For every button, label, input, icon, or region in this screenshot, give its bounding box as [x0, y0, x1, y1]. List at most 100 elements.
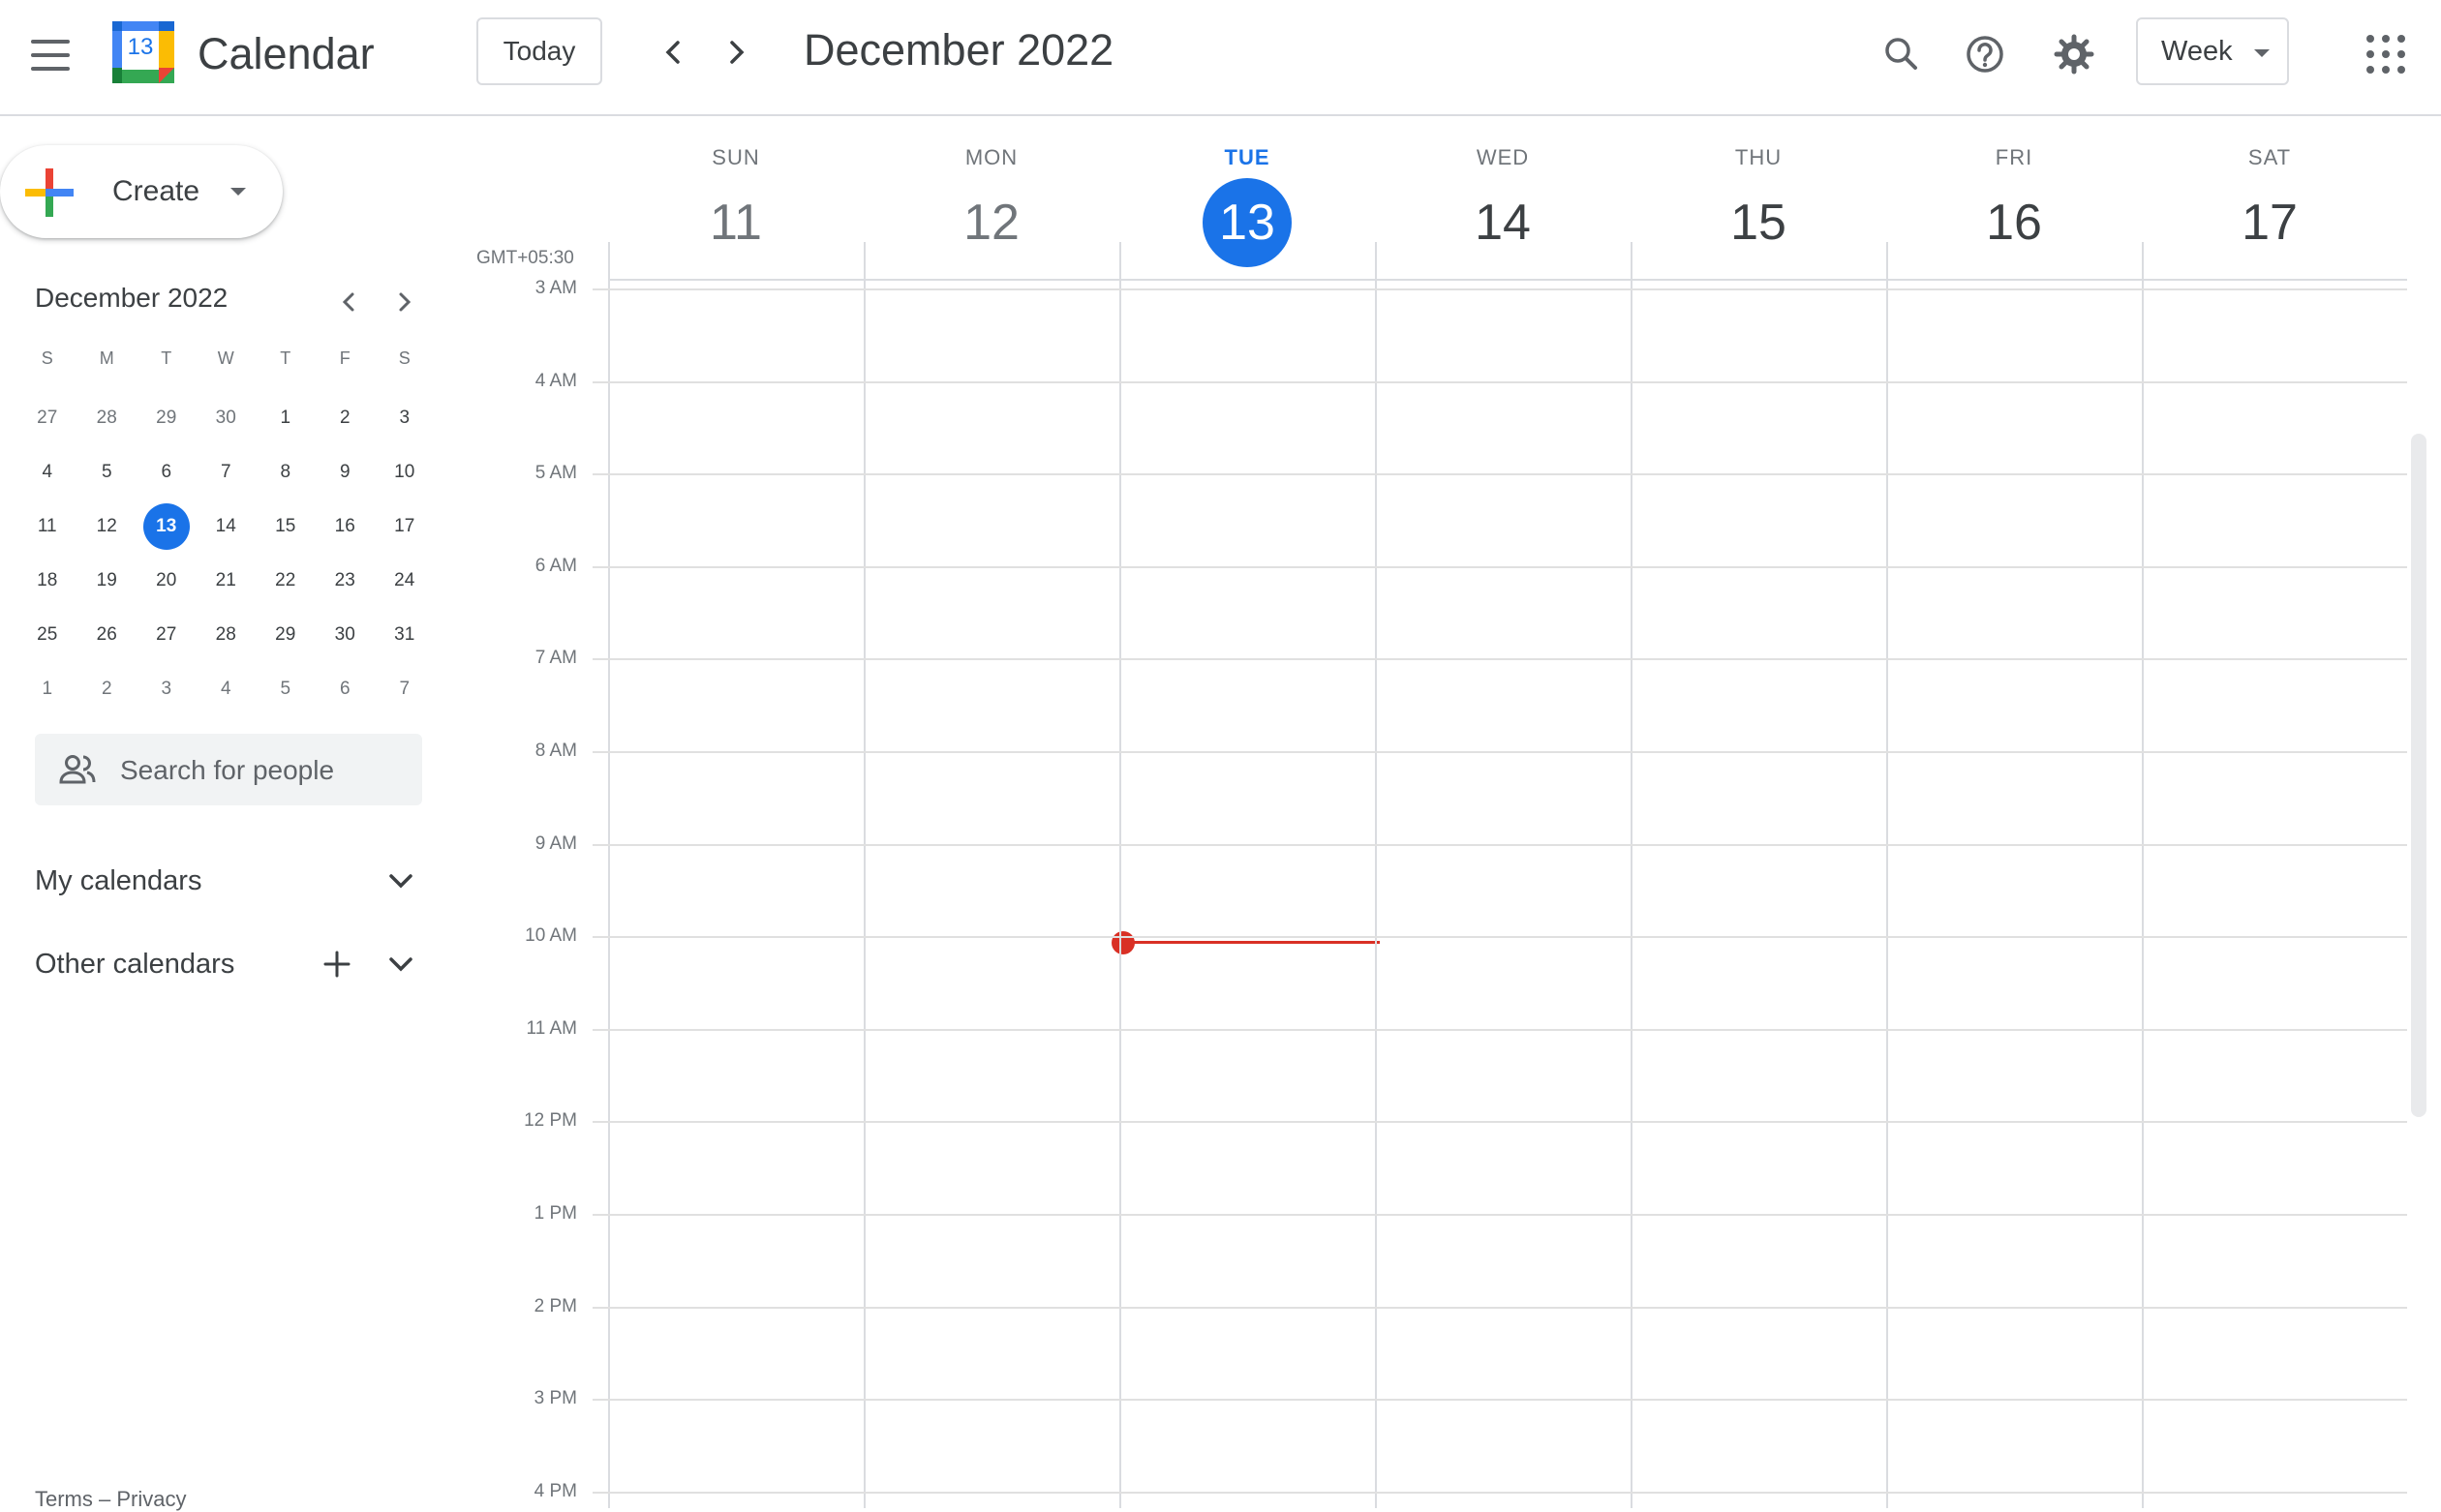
mini-calendar-day[interactable]: 3 [137, 662, 197, 716]
mini-calendar-day[interactable]: 19 [77, 554, 137, 608]
mini-calendar-day[interactable]: 10 [375, 445, 435, 499]
mini-calendar-day-number: 26 [96, 624, 117, 645]
chevron-left-icon [665, 41, 680, 64]
apps-grid-dot [2382, 66, 2390, 74]
mini-calendar-day[interactable]: 5 [256, 662, 316, 716]
mini-calendar-day[interactable]: 29 [137, 391, 197, 445]
footer-terms-privacy[interactable]: Terms – Privacy [35, 1487, 186, 1512]
mini-calendar-day[interactable]: 4 [17, 445, 77, 499]
day-column-header[interactable]: THU 15 [1631, 145, 1886, 267]
mini-calendar-day[interactable]: 9 [316, 445, 376, 499]
apps-grid-dot [2397, 66, 2405, 74]
hour-label: 2 PM [534, 1295, 577, 1316]
other-calendars-toggle[interactable] [381, 945, 420, 983]
hour-gridline [593, 1306, 2407, 1309]
week-view-scrollbar[interactable] [2411, 434, 2426, 1117]
day-column-header[interactable]: TUE 13 [1119, 145, 1375, 267]
mini-calendar-day[interactable]: 6 [316, 662, 376, 716]
day-column-header[interactable]: MON 12 [864, 145, 1119, 267]
mini-calendar-day[interactable]: 7 [197, 445, 257, 499]
day-column-header[interactable]: SUN 11 [608, 145, 864, 267]
mini-calendar-day[interactable]: 2 [316, 391, 376, 445]
mini-calendar-day-number: 16 [334, 516, 355, 536]
mini-calendar-next-button[interactable] [385, 283, 424, 321]
day-column-header[interactable]: FRI 16 [1886, 145, 2142, 267]
mini-calendar-week-row: 11 12 13 14 15 16 17 [17, 499, 455, 554]
create-button[interactable]: Create [0, 145, 283, 238]
mini-calendar-day[interactable]: 30 [197, 391, 257, 445]
mini-calendar-day[interactable]: 28 [77, 391, 137, 445]
mini-calendar-day[interactable]: 20 [137, 554, 197, 608]
app-title[interactable]: Calendar [198, 27, 375, 81]
settings-button[interactable] [2047, 27, 2101, 81]
today-button[interactable]: Today [476, 17, 602, 85]
day-column-header[interactable]: WED 14 [1375, 145, 1631, 267]
mini-calendar-day[interactable]: 27 [137, 608, 197, 662]
mini-calendar-day[interactable]: 12 [77, 499, 137, 554]
day-number[interactable]: 14 [1458, 178, 1547, 267]
day-number[interactable]: 11 [691, 178, 780, 267]
view-switcher-dropdown[interactable]: Week [2136, 17, 2289, 85]
day-number[interactable]: 17 [2225, 178, 2314, 267]
day-of-week-label: WED [1476, 145, 1530, 169]
calendar-logo[interactable]: 13 [112, 21, 174, 83]
mini-calendar-day[interactable]: 29 [256, 608, 316, 662]
mini-calendar-day-number: 22 [275, 570, 296, 590]
mini-calendar-day[interactable]: 5 [77, 445, 137, 499]
hour-label: 8 AM [534, 741, 577, 761]
search-icon [1885, 38, 1917, 70]
hamburger-menu-icon [31, 40, 70, 44]
mini-calendar-week-row: 27 28 29 30 1 2 3 [17, 391, 455, 445]
mini-calendar-day[interactable]: 11 [17, 499, 77, 554]
mini-calendar-day[interactable]: 16 [316, 499, 376, 554]
mini-calendar-prev-button[interactable] [329, 283, 368, 321]
mini-calendar-day[interactable]: 2 [77, 662, 137, 716]
mini-calendar-day[interactable]: 8 [256, 445, 316, 499]
mini-calendar-day[interactable]: 15 [256, 499, 316, 554]
mini-calendar-day[interactable]: 23 [316, 554, 376, 608]
mini-calendar-day[interactable]: 31 [375, 608, 435, 662]
mini-calendar-day[interactable]: 18 [17, 554, 77, 608]
my-calendars-heading[interactable]: My calendars [35, 865, 201, 897]
day-column-header[interactable]: SAT 17 [2142, 145, 2397, 267]
previous-period-button[interactable] [649, 27, 699, 77]
day-number[interactable]: 15 [1714, 178, 1803, 267]
mini-calendar-day-number: 11 [37, 516, 57, 536]
mini-calendar-day[interactable]: 22 [256, 554, 316, 608]
mini-calendar-day[interactable]: 3 [375, 391, 435, 445]
mini-calendar-day[interactable]: 7 [375, 662, 435, 716]
mini-calendar-day-number: 2 [101, 679, 112, 699]
next-period-button[interactable] [711, 27, 761, 77]
other-calendars-heading[interactable]: Other calendars [35, 949, 234, 981]
mini-calendar-day[interactable]: 1 [17, 662, 77, 716]
day-number[interactable]: 12 [947, 178, 1036, 267]
mini-calendar-day[interactable]: 13 [137, 499, 197, 554]
mini-calendar-day-number: 29 [275, 624, 296, 645]
search-button[interactable] [1875, 27, 1929, 81]
google-apps-button[interactable] [2363, 31, 2409, 77]
day-number[interactable]: 16 [1969, 178, 2059, 267]
my-calendars-toggle[interactable] [381, 862, 420, 900]
mini-calendar-day[interactable]: 30 [316, 608, 376, 662]
main-menu-button[interactable] [23, 28, 77, 82]
mini-calendar-day[interactable]: 25 [17, 608, 77, 662]
mini-calendar-day[interactable]: 6 [137, 445, 197, 499]
mini-calendar-day[interactable]: 14 [197, 499, 257, 554]
mini-calendar-day[interactable]: 17 [375, 499, 435, 554]
mini-calendar-day[interactable]: 1 [256, 391, 316, 445]
add-other-calendar-button[interactable] [318, 945, 356, 983]
mini-calendar-day[interactable]: 26 [77, 608, 137, 662]
help-button[interactable] [1958, 27, 2012, 81]
mini-calendar-day[interactable]: 24 [375, 554, 435, 608]
mini-calendar-day[interactable]: 27 [17, 391, 77, 445]
hour-gridline [593, 936, 2407, 939]
search-people-input[interactable]: Search for people [35, 734, 422, 805]
day-number[interactable]: 13 [1203, 178, 1292, 267]
mini-calendar-day-number: 24 [394, 570, 415, 590]
mini-calendar-day[interactable]: 28 [197, 608, 257, 662]
mini-calendar-day[interactable]: 4 [197, 662, 257, 716]
mini-calendar-weekday-row: S M T W T F S [17, 337, 455, 391]
mini-calendar-day[interactable]: 21 [197, 554, 257, 608]
day-column-divider [864, 242, 866, 1508]
gear-icon [2054, 34, 2094, 75]
